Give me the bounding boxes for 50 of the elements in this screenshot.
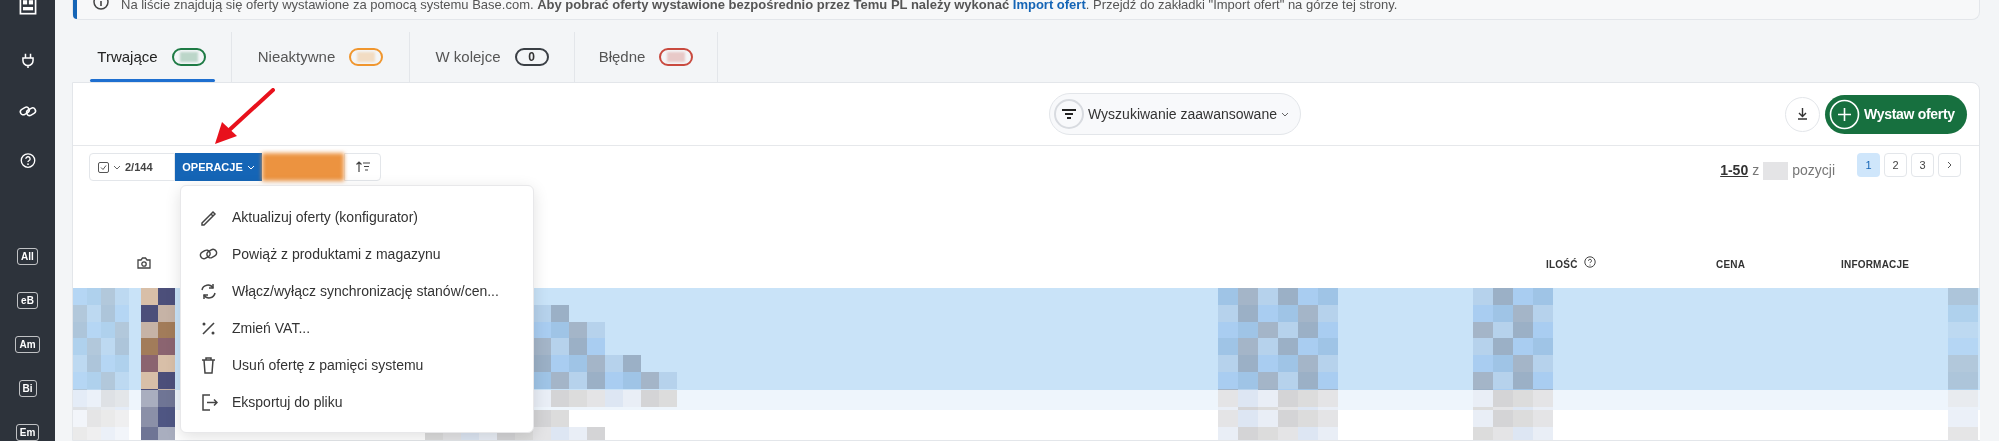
chevron-icon (113, 164, 121, 170)
sort-icon (355, 161, 370, 173)
page-button[interactable]: 3 (1911, 153, 1934, 177)
arrow-annotation (213, 88, 277, 146)
sidebar-badge[interactable]: Em (15, 424, 40, 441)
menu-item[interactable]: Włącz/wyłącz synchronizację stanów/cen... (199, 273, 515, 310)
pagination-range[interactable]: 1-50 (1720, 160, 1749, 181)
operations-button[interactable]: OPERACJE (175, 153, 262, 181)
selection-count: 2/144 (125, 159, 153, 175)
pencil-icon (199, 208, 218, 227)
info-text: Na liście znajdują się oferty wystawione za pomocą systemu Base.com. Aby pobrać oferty wystawione bezpośrednio przez Temu PL należy wykonać Import ofert. Przejdź do zakładki "Import ofert" na górze tej strony. (121, 0, 1398, 12)
export-icon (199, 393, 218, 412)
menu-item[interactable]: Aktualizuj oferty (konfigurator) (199, 199, 515, 236)
chevron-right-icon (1947, 161, 1952, 169)
help-icon (1584, 256, 1596, 268)
sort-button[interactable] (344, 153, 381, 181)
column-header: CENA (1716, 258, 1746, 272)
menu-item[interactable]: Zmień VAT... (199, 310, 515, 347)
filter-icon (1062, 109, 1076, 119)
grid-icon[interactable] (17, 0, 38, 15)
sidebar-badge[interactable]: eB (17, 292, 38, 309)
column-header: ILOŚĆ (1546, 257, 1578, 272)
menu-item[interactable]: Powiąż z produktami z magazynu (199, 236, 515, 273)
camera-icon (137, 257, 151, 269)
chevron-icon (1280, 111, 1289, 117)
trash-icon (199, 356, 218, 375)
sidebar-badge[interactable]: All (17, 248, 38, 265)
column-header: INFORMACJE (1841, 258, 1910, 272)
page-button[interactable]: 1 (1857, 153, 1880, 177)
pagination-label: pozycji (1792, 161, 1835, 180)
help-icon[interactable] (18, 152, 37, 168)
sidebar-badge[interactable]: Am (15, 336, 40, 353)
count-badge: 0 (514, 47, 549, 66)
menu-item[interactable]: Usuń ofertę z pamięci systemu (199, 347, 515, 384)
advanced-search-button[interactable]: Wyszukiwanie zaawansowane (1049, 93, 1301, 135)
selection-dropdown[interactable]: 2/144 (89, 153, 175, 181)
pagination-of: z (1752, 161, 1760, 180)
link-icon[interactable] (17, 103, 38, 119)
menu-item[interactable]: Eksportuj do pliku (199, 384, 515, 421)
checkbox-icon (98, 161, 109, 173)
download-icon (1797, 108, 1808, 120)
plug-icon[interactable] (19, 52, 36, 68)
plus-icon (1829, 98, 1860, 130)
sync-icon (199, 282, 218, 301)
import-link[interactable]: Import ofert (1012, 0, 1086, 12)
create-offers-button[interactable]: Wystaw oferty (1825, 94, 1967, 134)
sidebar-badge[interactable]: Bi (18, 380, 37, 397)
blurred-count (1763, 161, 1789, 180)
chevron-icon (246, 164, 255, 170)
page-button[interactable]: 2 (1884, 153, 1907, 177)
